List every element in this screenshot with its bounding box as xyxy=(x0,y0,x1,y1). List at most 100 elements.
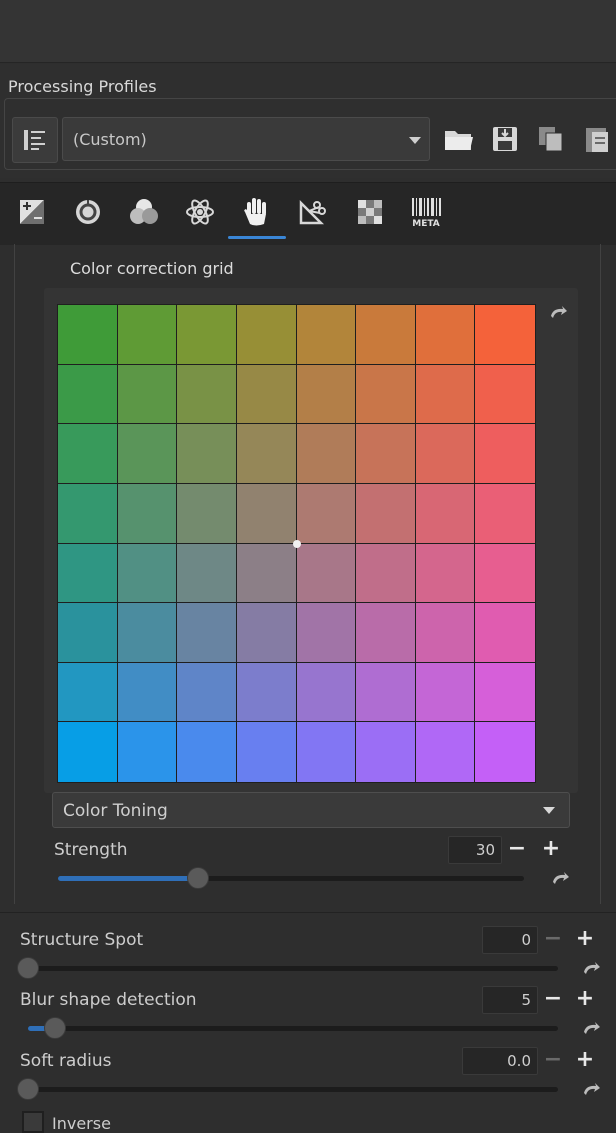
soft-radius-value-field[interactable]: 0.0 xyxy=(462,1047,538,1075)
grid-cell xyxy=(117,603,178,663)
blur-shape-detection-label: Blur shape detection xyxy=(20,990,197,1010)
raw-icon xyxy=(358,200,382,224)
grid-cell xyxy=(475,603,535,663)
inverse-checkbox[interactable] xyxy=(22,1111,44,1133)
grid-cell xyxy=(58,483,118,544)
paste-profile-button[interactable] xyxy=(580,122,614,156)
structure-spot-value: 0 xyxy=(521,931,531,949)
reset-strength-icon[interactable] xyxy=(551,872,569,886)
tab-raw[interactable] xyxy=(350,190,390,234)
tab-detail[interactable] xyxy=(68,190,108,234)
reset-blur-shape-detection-icon[interactable] xyxy=(582,1022,600,1036)
save-profile-button[interactable] xyxy=(488,122,522,156)
grid-cell xyxy=(356,543,416,604)
grid-cell xyxy=(236,603,297,663)
profile-select-value: (Custom) xyxy=(73,130,147,149)
structure-spot-label: Structure Spot xyxy=(20,930,144,950)
reset-grid-icon[interactable] xyxy=(549,306,567,320)
hand-icon xyxy=(244,198,266,226)
grid-cell xyxy=(356,603,416,663)
reset-structure-spot-icon[interactable] xyxy=(582,962,600,976)
structure-spot-slider-track[interactable] xyxy=(28,966,558,971)
grid-control-point[interactable] xyxy=(293,540,301,548)
copy-icon xyxy=(539,127,563,152)
color-toning-method-value: Color Toning xyxy=(63,801,168,821)
color-icon xyxy=(130,199,158,224)
strength-increment-button[interactable]: + xyxy=(540,838,562,860)
soft-radius-decrement-button[interactable]: − xyxy=(542,1049,564,1071)
grid-cell xyxy=(236,662,297,723)
grid-cell xyxy=(296,722,357,782)
soft-radius-increment-button[interactable]: + xyxy=(574,1049,596,1071)
blur-shape-detection-slider-track[interactable] xyxy=(28,1026,558,1031)
grid-cell xyxy=(58,603,118,663)
tab-color[interactable] xyxy=(124,190,164,234)
tab-advanced[interactable] xyxy=(180,190,220,234)
grid-cell xyxy=(236,722,297,782)
soft-radius-slider-track[interactable] xyxy=(28,1087,558,1092)
blur-shape-detection-decrement-button[interactable]: − xyxy=(542,988,564,1010)
detail-icon xyxy=(76,200,100,224)
grid-cell xyxy=(177,603,237,663)
grid-cell xyxy=(356,662,416,723)
strength-slider-handle[interactable] xyxy=(186,867,209,889)
save-icon xyxy=(493,127,517,151)
tab-metadata[interactable]: META xyxy=(406,190,446,234)
tab-exposure[interactable] xyxy=(12,190,52,234)
tab-transform[interactable] xyxy=(292,190,332,234)
blur-shape-detection-increment-button[interactable]: + xyxy=(574,988,596,1010)
structure-spot-increment-button[interactable]: + xyxy=(574,928,596,950)
open-profile-button[interactable] xyxy=(442,122,476,156)
soft-radius-slider-handle[interactable] xyxy=(17,1078,39,1100)
copy-profile-button[interactable] xyxy=(534,122,568,156)
structure-spot-decrement-button[interactable]: − xyxy=(542,928,564,950)
grid-cell xyxy=(58,364,118,425)
grid-cell xyxy=(236,424,297,484)
grid-cell xyxy=(58,543,118,604)
soft-radius-value: 0.0 xyxy=(507,1052,531,1070)
tab-local-adjustments[interactable] xyxy=(236,190,276,234)
grid-cell xyxy=(356,424,416,484)
grid-cell xyxy=(117,364,178,425)
strength-decrement-button[interactable]: − xyxy=(506,838,528,860)
list-icon xyxy=(24,130,45,150)
grid-cell xyxy=(475,543,535,604)
grid-cell xyxy=(296,543,357,604)
grid-cell xyxy=(177,364,237,425)
blur-shape-detection-value: 5 xyxy=(521,991,531,1009)
grid-cell xyxy=(415,603,476,663)
chevron-down-icon xyxy=(409,137,421,144)
color-grid-title: Color correction grid xyxy=(70,259,234,278)
profile-list-button[interactable] xyxy=(12,117,58,163)
grid-cell xyxy=(475,722,535,782)
grid-cell xyxy=(356,483,416,544)
grid-cell xyxy=(296,424,357,484)
grid-cell xyxy=(475,483,535,544)
grid-cell xyxy=(236,483,297,544)
grid-cell xyxy=(236,364,297,425)
grid-cell xyxy=(236,305,297,365)
strength-value-field[interactable]: 30 xyxy=(448,836,502,864)
top-toolbar xyxy=(0,0,616,63)
metadata-icon: META xyxy=(412,198,441,228)
blur-shape-detection-value-field[interactable]: 5 xyxy=(482,986,538,1014)
profile-select[interactable]: (Custom) xyxy=(62,117,430,161)
reset-soft-radius-icon[interactable] xyxy=(582,1083,600,1097)
inverse-label: Inverse xyxy=(52,1114,111,1133)
strength-slider-track[interactable] xyxy=(58,876,524,881)
structure-spot-slider-handle[interactable] xyxy=(17,957,39,979)
grid-cell xyxy=(296,662,357,723)
grid-cell xyxy=(58,722,118,782)
processing-profiles-title: Processing Profiles xyxy=(8,77,157,96)
panel-border-right xyxy=(600,244,601,904)
grid-cell xyxy=(117,483,178,544)
grid-cell xyxy=(475,305,535,365)
color-toning-method-select[interactable]: Color Toning xyxy=(52,792,570,828)
structure-spot-value-field[interactable]: 0 xyxy=(482,926,538,954)
metadata-tab-label: META xyxy=(412,219,440,228)
grid-cell xyxy=(356,722,416,782)
grid-cell xyxy=(475,662,535,723)
paste-icon xyxy=(586,128,608,152)
blur-shape-detection-slider-handle[interactable] xyxy=(43,1017,66,1039)
chevron-down-icon xyxy=(543,807,555,814)
